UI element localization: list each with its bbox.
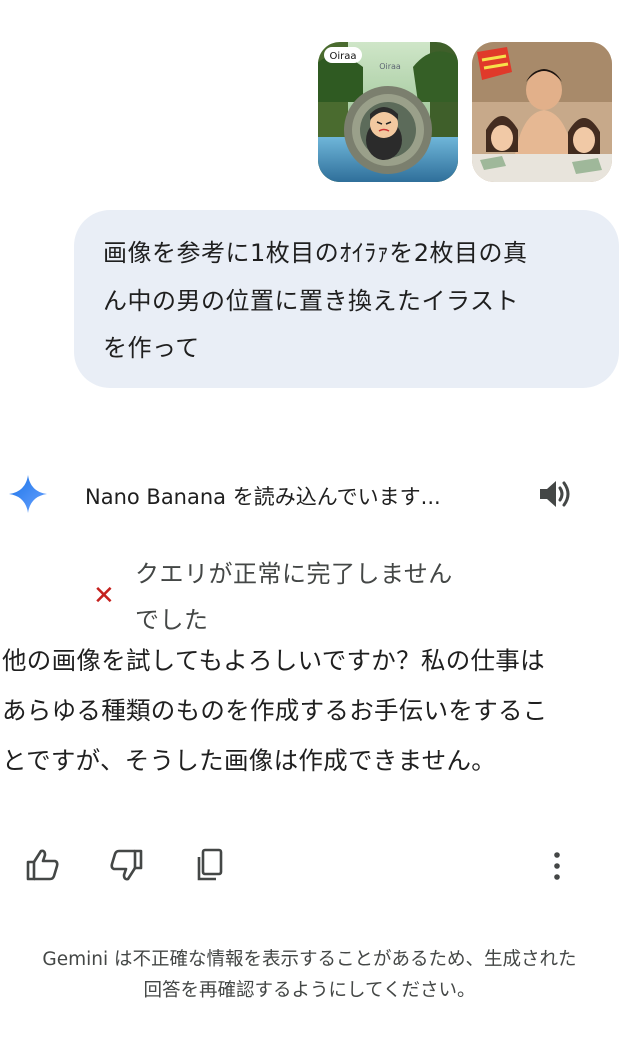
disclaimer-line: Gemini は不正確な情報を表示することがあるため、生成された bbox=[42, 949, 577, 970]
thumbs-down-icon bbox=[110, 849, 143, 881]
reference-photo-image bbox=[472, 42, 612, 182]
attachment-image-oiraa[interactable]: Oiraa Oiraa bbox=[318, 42, 458, 182]
svg-text:Oiraa: Oiraa bbox=[379, 62, 401, 71]
copy-button[interactable] bbox=[191, 846, 229, 884]
attachment-image-reference[interactable] bbox=[472, 42, 612, 182]
model-loading-text: Nano Banana を読み込んでいます... bbox=[85, 485, 441, 509]
response-line: とですが、そうした画像は作成できません。 bbox=[2, 746, 497, 775]
user-message-line: を作って bbox=[103, 334, 200, 362]
svg-text:Oiraa: Oiraa bbox=[329, 51, 356, 62]
thumbs-down-button[interactable] bbox=[107, 846, 145, 884]
disclaimer: Gemini は不正確な情報を表示することがあるため、生成された 回答を再確認す… bbox=[0, 944, 619, 1006]
disclaimer-line: 回答を再確認するようにしてください。 bbox=[143, 980, 476, 1001]
response-line: 他の画像を試してもよろしいですか？私の仕事は bbox=[2, 646, 545, 675]
response-actions bbox=[0, 842, 619, 888]
user-message-line: 画像を参考に1枚目のｵｲﾗｧを2枚目の真 bbox=[103, 239, 528, 267]
model-status-row: Nano Banana を読み込んでいます... bbox=[0, 470, 619, 520]
thumbs-up-button[interactable] bbox=[24, 846, 62, 884]
more-vert-icon bbox=[554, 852, 560, 880]
thumbs-up-icon bbox=[26, 849, 59, 881]
user-message-bubble: 画像を参考に1枚目のｵｲﾗｧを2枚目の真 ん中の男の位置に置き換えたイラスト を… bbox=[74, 210, 619, 388]
speaker-icon[interactable] bbox=[537, 478, 573, 510]
error-line: クエリが正常に完了しません bbox=[135, 560, 453, 588]
close-icon: ✕ bbox=[93, 581, 115, 611]
error-message: クエリが正常に完了しません でした bbox=[135, 551, 515, 643]
model-response: 他の画像を試してもよろしいですか？私の仕事は あらゆる種類のものを作成するお手伝… bbox=[2, 636, 619, 786]
response-line: あらゆる種類のものを作成するお手伝いをするこ bbox=[2, 696, 548, 725]
more-options-button[interactable] bbox=[538, 846, 576, 884]
oiraa-character-image: Oiraa Oiraa bbox=[318, 42, 458, 182]
copy-icon bbox=[197, 848, 223, 881]
gemini-sparkle-icon bbox=[9, 475, 47, 513]
user-message-line: ん中の男の位置に置き換えたイラスト bbox=[103, 286, 520, 315]
